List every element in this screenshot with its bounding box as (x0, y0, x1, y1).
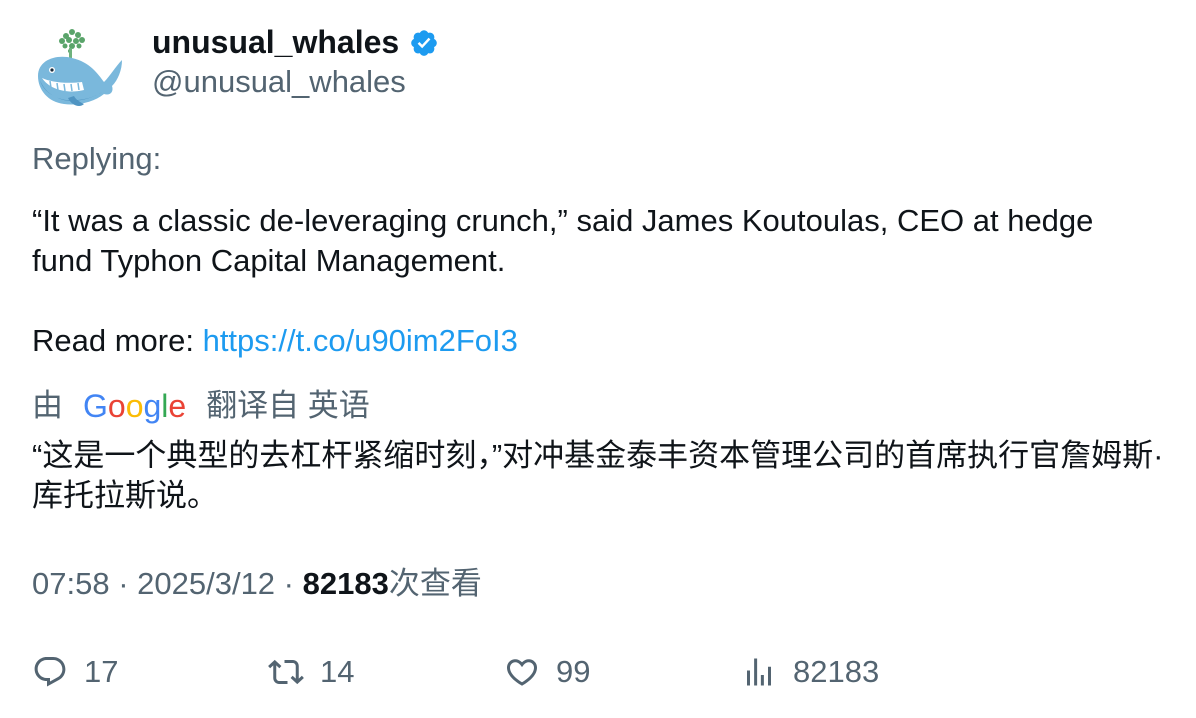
views-label: 次查看 (388, 566, 482, 601)
tweet-time[interactable]: 07:58 (32, 566, 110, 601)
tweet-quote: “It was a classic de-leveraging crunch,”… (32, 203, 1094, 278)
replying-label: Replying: (32, 141, 162, 176)
meta-separator-2: · (275, 566, 303, 601)
google-logo-text: Google (83, 388, 187, 424)
like-icon (506, 659, 538, 686)
read-more-line: Read more: https://t.co/u90im2FoI3 (32, 321, 1162, 361)
translation-prefix: 由 (32, 388, 63, 423)
reply-count: 17 (84, 654, 119, 689)
like-button[interactable]: 99 (504, 650, 590, 694)
reply-button[interactable]: 17 (32, 650, 118, 694)
avatar[interactable] (32, 26, 128, 116)
translated-text: “这是一个典型的去杠杆紧缩时刻，”对冲基金泰丰资本管理公司的首席执行官詹姆斯·库… (32, 438, 1164, 513)
tweet-meta: 07:58 · 2025/3/12 · 82183次查看 (32, 564, 482, 604)
translation-attribution[interactable]: 由 Google 翻译自 英语 (32, 386, 370, 426)
retweet-icon (268, 659, 304, 685)
like-count: 99 (556, 654, 591, 689)
translation-suffix: 翻译自 英语 (206, 388, 370, 423)
views-count: 82183 (302, 566, 389, 601)
retweet-button[interactable]: 14 (268, 650, 354, 694)
tweet-date[interactable]: 2025/3/12 (137, 566, 275, 601)
action-bar: 17 14 99 82183 (32, 650, 1162, 694)
views-action-count: 82183 (793, 654, 880, 689)
views-icon (747, 658, 771, 686)
tweet-text: “It was a classic de-leveraging crunch,”… (32, 201, 1162, 361)
google-logo: Google (83, 386, 186, 426)
meta-separator: · (109, 566, 138, 601)
tweet-link[interactable]: https://t.co/u90im2FoI3 (203, 323, 518, 358)
author-name-row[interactable]: unusual_whales (152, 22, 439, 62)
read-more-label: Read more: (32, 323, 203, 358)
author-name[interactable]: unusual_whales (152, 22, 399, 62)
author-handle[interactable]: @unusual_whales (152, 62, 406, 102)
retweet-count: 14 (320, 654, 355, 689)
views-button[interactable]: 82183 (741, 650, 879, 694)
reply-icon (34, 657, 66, 687)
verified-badge-icon (409, 27, 439, 57)
whale-avatar-icon (38, 29, 122, 106)
